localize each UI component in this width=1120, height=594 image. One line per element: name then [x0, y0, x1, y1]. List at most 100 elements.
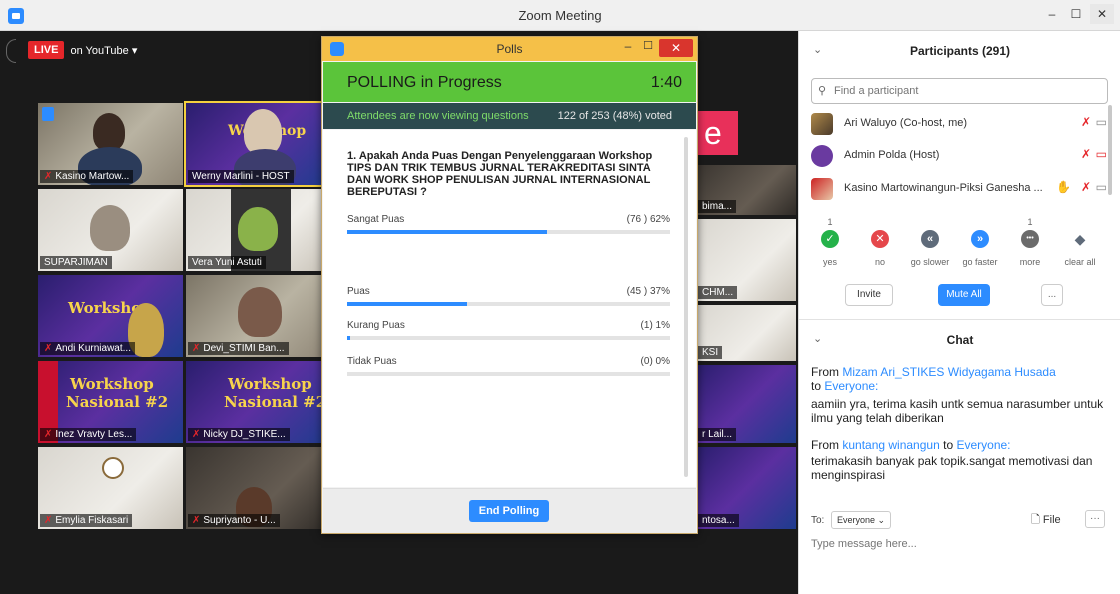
mic-muted-icon: ✗ — [192, 343, 201, 354]
gallery-scroll-edge — [6, 39, 16, 63]
poll-scrollbar[interactable] — [684, 137, 688, 477]
feedback-clear-all-button[interactable]: ◆ clear all — [1055, 225, 1105, 267]
participant-row[interactable]: Ari Waluyo (Co-host, me) ✗ ▭ — [809, 111, 1109, 137]
participant-search-input[interactable] — [834, 83, 1102, 99]
participant-name: Emylia Fiskasari — [55, 515, 129, 526]
end-polling-button[interactable]: End Polling — [469, 500, 549, 522]
camera-icon[interactable]: ▭ — [1096, 115, 1107, 129]
chat-header: ⌄ Chat — [799, 319, 1120, 359]
participant-name: Devi_STIMI Ban... — [203, 343, 285, 354]
zoom-window: Zoom Meeting – ☐ ✕ ✗Kasino Martow... Wor… — [0, 0, 1120, 594]
mic-muted-icon[interactable]: ✗ — [1081, 115, 1091, 129]
participant-name: CHM... — [702, 287, 734, 298]
go-slower-icon: « — [921, 230, 939, 248]
mic-muted-icon[interactable]: ✗ — [1081, 147, 1091, 161]
video-tile[interactable]: SUPARJIMAN — [38, 189, 183, 271]
feedback-more-button[interactable]: 1 ••• more — [1005, 217, 1055, 267]
live-platform-dropdown[interactable]: on YouTube ▾ — [70, 44, 137, 57]
video-tile[interactable]: ✗ Devi_STIMI Ban... — [186, 275, 331, 357]
participant-name: Kasino Martowinangun-Piksi Ganesha ... — [844, 182, 1043, 194]
invite-button[interactable]: Invite — [845, 284, 893, 306]
chat-sender[interactable]: kuntang winangun — [842, 438, 939, 452]
mic-muted-icon: ✗ — [44, 343, 53, 354]
spotlight-icon — [42, 107, 54, 121]
polls-minimize-button[interactable]: – — [618, 39, 638, 57]
video-tile[interactable]: bima... — [696, 165, 796, 215]
flyer-text: Workshop — [228, 375, 312, 393]
live-stream-indicator[interactable]: LIVE on YouTube ▾ — [28, 40, 137, 60]
participant-name: Andi Kurniawat... — [55, 343, 131, 354]
file-label: File — [1042, 514, 1061, 526]
answer-label: Kurang Puas — [347, 320, 405, 331]
polls-maximize-button[interactable]: ☐ — [638, 39, 658, 57]
check-icon: ✓ — [821, 230, 839, 248]
answer-result: (45 ) 37% — [626, 286, 670, 297]
participant-name: Supriyanto - U... — [203, 515, 276, 526]
camera-off-icon[interactable]: ▭ — [1096, 147, 1107, 161]
video-tile-active-speaker[interactable]: Workshop Werny Marlini - HOST — [184, 101, 333, 187]
answer-bar-track — [347, 336, 670, 340]
poll-answer: Kurang Puas (1) 1% — [347, 320, 670, 346]
poll-answer: Sangat Puas (76 ) 62% — [347, 214, 670, 240]
participant-silhouette — [93, 113, 125, 151]
video-tile[interactable]: ✗ Supriyanto - U... — [186, 447, 331, 529]
answer-label: Tidak Puas — [347, 356, 397, 367]
file-button[interactable]: 🗋 File — [1031, 511, 1061, 530]
minimize-button[interactable]: – — [1040, 4, 1064, 24]
close-button[interactable]: ✕ — [1090, 4, 1114, 24]
chat-message: From Mizam Ari_STIKES Widyagama Husada t… — [811, 365, 1113, 425]
more-icon: ••• — [1021, 230, 1039, 248]
video-tile[interactable]: KSI — [696, 305, 796, 361]
chat-recipient: Everyone: — [956, 438, 1011, 452]
video-tile[interactable]: r Lail... — [696, 365, 796, 443]
chat-recipient-select[interactable]: Everyone ⌄ — [831, 511, 891, 529]
feedback-yes-button[interactable]: 1 ✓ yes — [805, 217, 855, 267]
feedback-go-faster-button[interactable]: » go faster — [955, 225, 1005, 267]
maximize-button[interactable]: ☐ — [1064, 4, 1088, 24]
video-tile[interactable]: Vera Yuni Astuti — [186, 189, 331, 271]
feedback-go-slower-button[interactable]: « go slower — [905, 225, 955, 267]
participant-silhouette — [238, 287, 282, 337]
mic-muted-icon: ✗ — [192, 429, 201, 440]
go-faster-icon: » — [971, 230, 989, 248]
mute-all-button[interactable]: Mute All — [938, 284, 990, 306]
participant-name: Werny Marlini - HOST — [192, 171, 290, 182]
poll-answer: Tidak Puas (0) 0% — [347, 356, 670, 382]
video-tile[interactable]: ntosa... — [696, 447, 796, 529]
participant-name: bima... — [702, 201, 733, 212]
feedback-no-button[interactable]: ✕ no — [855, 225, 905, 267]
poll-status-bar: POLLING in Progress 1:40 — [323, 62, 696, 102]
mic-muted-icon: ✗ — [44, 171, 53, 182]
participant-search[interactable]: ⚲ — [811, 78, 1108, 104]
polls-close-button[interactable]: ✕ — [659, 39, 693, 57]
chat-to-prefix: to — [943, 438, 954, 452]
polls-title-bar: Polls – ☐ ✕ — [322, 37, 697, 61]
poll-timer: 1:40 — [650, 74, 682, 91]
answer-bar-fill — [347, 230, 548, 234]
poll-content: 1. Apakah Anda Puas Dengan Penyelenggara… — [323, 130, 696, 487]
answer-result: (1) 1% — [640, 320, 670, 331]
chat-message-input[interactable] — [811, 535, 1101, 553]
poll-answer: Puas (45 ) 37% — [347, 286, 670, 312]
participant-row[interactable]: Admin Polda (Host) ✗ ▭ — [809, 143, 1109, 169]
search-icon: ⚲ — [818, 85, 827, 97]
video-tile[interactable]: ✗ Emylia Fiskasari — [38, 447, 183, 529]
participants-more-button[interactable]: ... — [1041, 284, 1063, 306]
mic-muted-icon[interactable]: ✗ — [1081, 180, 1091, 194]
participant-row[interactable]: Kasino Martowinangun-Piksi Ganesha ... ✋… — [809, 176, 1109, 202]
chat-title: Chat — [946, 333, 974, 347]
answer-bar-track — [347, 230, 670, 234]
video-tile[interactable]: Workshop Nasional #2 ✗ Nicky DJ_STIKE... — [186, 361, 331, 443]
chat-text: aamiin yra, terima kasih untk semua nara… — [811, 397, 1104, 425]
video-tile[interactable]: Workshop ✗ Andi Kurniawat... — [38, 275, 183, 357]
camera-icon[interactable]: ▭ — [1096, 180, 1107, 194]
flyer-text: Workshop — [70, 375, 154, 393]
video-tile[interactable]: CHM... — [696, 219, 796, 301]
video-tile[interactable]: e — [696, 111, 738, 155]
video-tile[interactable]: Workshop Nasional #2 ✗ Inez Vravty Les... — [38, 361, 183, 443]
flyer-text: Nasional #2 — [66, 393, 169, 411]
chat-sender[interactable]: Mizam Ari_STIKES Widyagama Husada — [842, 365, 1055, 379]
chat-more-button[interactable]: ··· — [1085, 510, 1105, 528]
video-tile[interactable]: ✗ Kasino Martow... — [38, 103, 183, 185]
answer-bar-track — [347, 372, 670, 376]
